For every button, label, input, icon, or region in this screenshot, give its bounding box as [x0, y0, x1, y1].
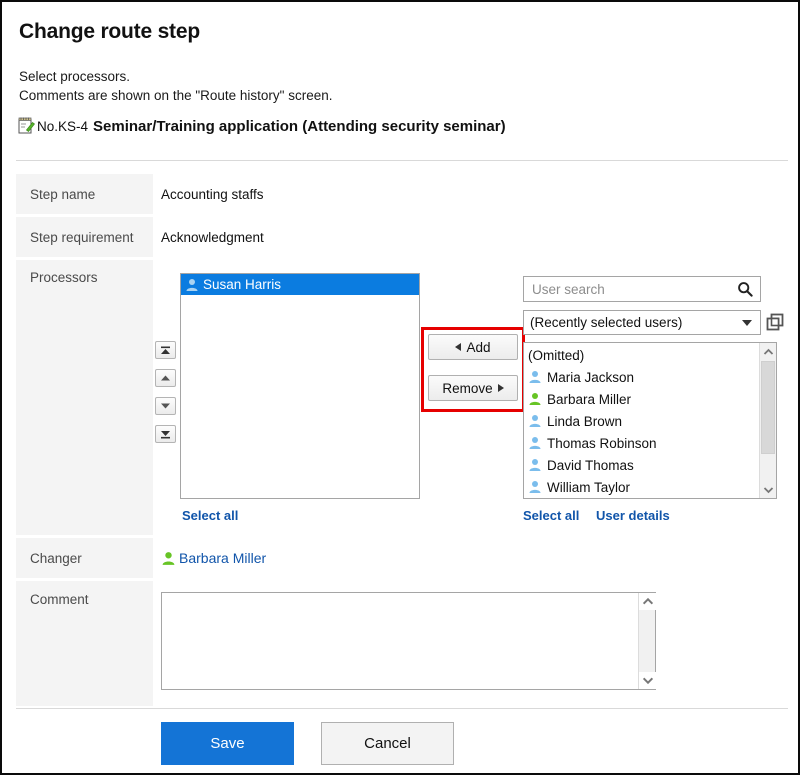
list-item[interactable]: Maria Jackson: [528, 366, 776, 388]
candidate-name: Barbara Miller: [547, 391, 632, 407]
divider-top: [16, 160, 788, 161]
memo-document-icon: [18, 117, 35, 135]
triangle-right-icon: [497, 384, 504, 392]
label-changer: Changer: [16, 538, 153, 578]
comment-textarea[interactable]: [161, 592, 656, 690]
order-buttons-group: [155, 341, 177, 453]
candidate-name: William Taylor: [547, 479, 631, 495]
triangle-left-icon: [455, 343, 462, 351]
instruction-text: Select processors. Comments are shown on…: [19, 67, 332, 105]
candidates-select-all-link[interactable]: Select all: [523, 508, 579, 523]
move-to-top-button[interactable]: [155, 341, 176, 359]
label-processors: Processors: [16, 260, 153, 535]
user-blue-icon: [186, 278, 198, 291]
remove-button[interactable]: Remove: [428, 375, 518, 401]
value-step-requirement: Acknowledgment: [161, 230, 264, 245]
move-up-button[interactable]: [155, 369, 176, 387]
selected-user-name: Susan Harris: [203, 277, 282, 292]
selected-select-all-link[interactable]: Select all: [182, 508, 238, 523]
divider-bottom: [16, 708, 788, 709]
list-item[interactable]: William Taylor: [528, 476, 776, 498]
user-green-icon: [162, 551, 175, 565]
instruction-line-2: Comments are shown on the "Route history…: [19, 88, 333, 103]
scroll-up-icon[interactable]: [639, 593, 656, 610]
scroll-down-icon[interactable]: [760, 481, 776, 498]
changer-name-link[interactable]: Barbara Miller: [179, 550, 266, 566]
scroll-up-icon[interactable]: [760, 343, 776, 360]
chevron-down-icon[interactable]: [742, 319, 752, 326]
remove-button-label: Remove: [442, 380, 493, 396]
list-item[interactable]: Susan Harris: [181, 274, 419, 295]
move-to-bottom-button[interactable]: [155, 425, 176, 443]
comment-scrollbar[interactable]: [638, 593, 656, 689]
candidate-name: Maria Jackson: [547, 369, 635, 385]
user-green-icon: [529, 393, 541, 405]
save-button[interactable]: Save: [161, 722, 294, 765]
application-summary: No.KS-4 Seminar/Training application (At…: [18, 117, 506, 135]
value-changer: Barbara Miller: [161, 550, 266, 566]
user-blue-icon: [529, 481, 541, 493]
label-step-requirement: Step requirement: [16, 217, 153, 257]
label-comment: Comment: [16, 581, 153, 706]
application-number: No.KS-4: [37, 118, 89, 134]
candidate-name: Linda Brown: [547, 413, 623, 429]
cancel-button[interactable]: Cancel: [321, 722, 454, 765]
add-button[interactable]: Add: [428, 334, 518, 360]
instruction-line-1: Select processors.: [19, 69, 131, 84]
scroll-down-icon[interactable]: [639, 672, 656, 689]
copy-windows-icon[interactable]: [766, 313, 784, 331]
user-blue-icon: [529, 415, 541, 427]
application-name: Seminar/Training application (Attending …: [93, 117, 506, 135]
list-omitted-label: (Omitted): [528, 348, 585, 363]
list-item[interactable]: David Thomas: [528, 454, 776, 476]
candidate-list-scrollbar[interactable]: [759, 343, 776, 498]
user-blue-icon: [529, 437, 541, 449]
value-step-name: Accounting staffs: [161, 187, 264, 202]
page-title: Change route step: [19, 20, 200, 43]
user-source-select[interactable]: (Recently selected users): [523, 310, 761, 335]
candidate-name: Thomas Robinson: [547, 435, 657, 451]
add-button-label: Add: [466, 339, 491, 355]
user-search-box[interactable]: [523, 276, 761, 302]
list-item[interactable]: Thomas Robinson: [528, 432, 776, 454]
user-source-value: (Recently selected users): [530, 315, 683, 330]
search-input[interactable]: [524, 280, 737, 298]
search-icon[interactable]: [737, 281, 753, 297]
list-item[interactable]: Barbara Miller: [528, 388, 776, 410]
scrollbar-thumb[interactable]: [761, 361, 775, 454]
candidate-users-listbox[interactable]: (Omitted) Maria Jackson Barbara Miller L…: [523, 342, 777, 499]
label-step-name: Step name: [16, 174, 153, 214]
candidate-name: David Thomas: [547, 457, 634, 473]
change-route-step-page: Change route step Select processors. Com…: [0, 0, 800, 775]
user-blue-icon: [529, 371, 541, 383]
list-item[interactable]: Linda Brown: [528, 410, 776, 432]
selected-processors-listbox[interactable]: Susan Harris: [180, 273, 420, 499]
user-details-link[interactable]: User details: [596, 508, 670, 523]
user-blue-icon: [529, 459, 541, 471]
move-down-button[interactable]: [155, 397, 176, 415]
